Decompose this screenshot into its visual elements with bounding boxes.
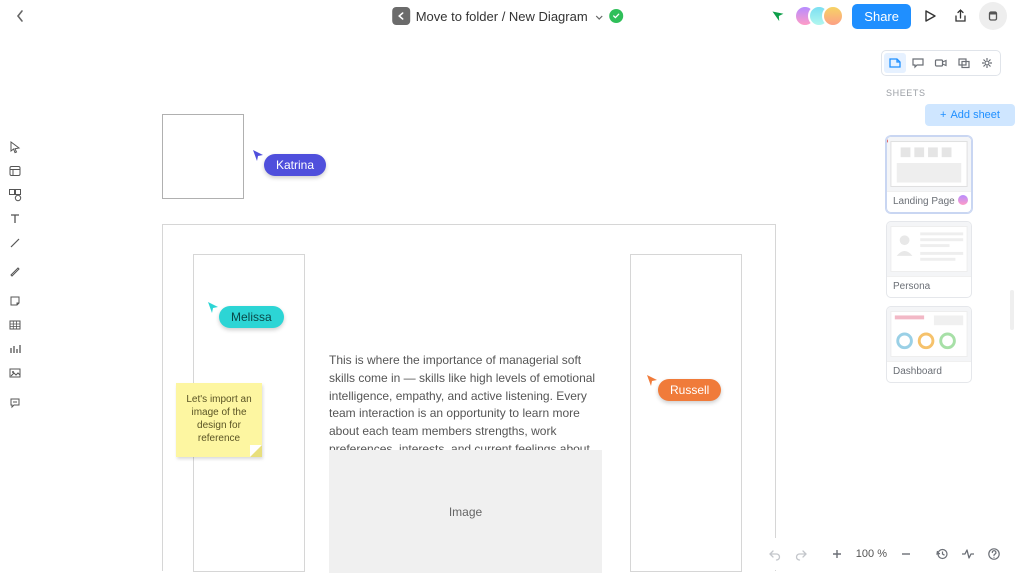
pointer-tool[interactable] bbox=[6, 138, 24, 156]
scrollbar[interactable] bbox=[1010, 290, 1014, 330]
line-tool[interactable] bbox=[6, 234, 24, 252]
tab-settings[interactable] bbox=[976, 53, 998, 73]
folder-icon bbox=[392, 7, 410, 25]
user-cursor-label: Melissa bbox=[219, 306, 284, 328]
breadcrumb-text: Move to folder / New Diagram bbox=[416, 9, 588, 24]
back-button[interactable] bbox=[8, 4, 32, 28]
avatar bbox=[822, 5, 844, 27]
user-cursor-russell: Russell bbox=[645, 373, 721, 401]
tab-layers[interactable] bbox=[953, 53, 975, 73]
plus-icon: + bbox=[940, 109, 946, 121]
saved-status-icon bbox=[609, 9, 623, 23]
pen-tool[interactable] bbox=[6, 262, 24, 280]
chevron-down-icon bbox=[595, 9, 603, 24]
tab-comments[interactable] bbox=[907, 53, 929, 73]
user-cursor-katrina: Katrina bbox=[251, 148, 326, 176]
canvas[interactable]: Katrina This is where the importance of … bbox=[28, 33, 880, 570]
right-panel: SHEETS + Add sheet Landing Page Persona … bbox=[880, 50, 1015, 542]
sticky-note-text: Let's import an image of the design for … bbox=[186, 394, 251, 444]
undo-button[interactable] bbox=[764, 543, 786, 565]
sheet-thumbnail bbox=[887, 137, 971, 191]
right-column-box[interactable] bbox=[630, 254, 742, 572]
tab-video[interactable] bbox=[930, 53, 952, 73]
text-tool[interactable] bbox=[6, 210, 24, 228]
zoom-level[interactable]: 100 % bbox=[852, 548, 891, 560]
sheet-title: Dashboard bbox=[887, 361, 971, 382]
avatar bbox=[958, 195, 968, 205]
app-header: Move to folder / New Diagram Share bbox=[0, 0, 1015, 33]
sheet-title: Landing Page bbox=[893, 196, 955, 207]
zoom-in-button[interactable] bbox=[826, 543, 848, 565]
help-button[interactable] bbox=[983, 543, 1005, 565]
table-tool[interactable] bbox=[6, 316, 24, 334]
sheet-thumbnail bbox=[887, 307, 971, 361]
comment-tool[interactable] bbox=[6, 394, 24, 412]
user-cursor-label: Katrina bbox=[264, 154, 326, 176]
sheet-card-persona[interactable]: Persona bbox=[886, 221, 972, 298]
record-icon[interactable] bbox=[979, 2, 1007, 30]
export-icon[interactable] bbox=[949, 5, 971, 27]
tab-sheets[interactable] bbox=[884, 53, 906, 73]
present-icon[interactable] bbox=[919, 5, 941, 27]
image-placeholder-label: Image bbox=[449, 505, 482, 519]
template-tool[interactable] bbox=[6, 162, 24, 180]
header-actions: Share bbox=[772, 2, 1007, 30]
breadcrumb-container: Move to folder / New Diagram bbox=[392, 7, 624, 25]
shapes-tool[interactable] bbox=[6, 186, 24, 204]
add-sheet-button[interactable]: + Add sheet bbox=[925, 104, 1015, 126]
sheet-thumbnail bbox=[887, 222, 971, 276]
image-placeholder[interactable]: Image bbox=[329, 450, 602, 573]
presence-cursor-icon bbox=[770, 6, 788, 26]
zoom-out-button[interactable] bbox=[895, 543, 917, 565]
activity-button[interactable] bbox=[957, 543, 979, 565]
user-cursor-melissa: Melissa bbox=[206, 300, 284, 328]
panel-tabs bbox=[881, 50, 1001, 76]
share-button[interactable]: Share bbox=[852, 4, 911, 29]
sticky-note[interactable]: Let's import an image of the design for … bbox=[176, 383, 262, 457]
sheets-section-label: SHEETS bbox=[886, 84, 1015, 104]
history-button[interactable] bbox=[931, 543, 953, 565]
user-cursor-label: Russell bbox=[658, 379, 721, 401]
sheet-card-landing-page[interactable]: Landing Page bbox=[886, 136, 972, 213]
breadcrumb[interactable]: Move to folder / New Diagram bbox=[416, 9, 604, 24]
sheet-card-dashboard[interactable]: Dashboard bbox=[886, 306, 972, 383]
left-toolbar bbox=[0, 138, 26, 412]
bottom-bar: 100 % bbox=[756, 538, 1013, 570]
sticky-note-tool[interactable] bbox=[6, 292, 24, 310]
empty-frame[interactable] bbox=[162, 114, 244, 199]
chevron-left-icon bbox=[15, 9, 25, 23]
sheet-title: Persona bbox=[887, 276, 971, 297]
redo-button[interactable] bbox=[790, 543, 812, 565]
image-tool[interactable] bbox=[6, 364, 24, 382]
chart-tool[interactable] bbox=[6, 340, 24, 358]
add-sheet-label: Add sheet bbox=[950, 109, 1000, 121]
presence-avatars[interactable] bbox=[794, 5, 844, 27]
